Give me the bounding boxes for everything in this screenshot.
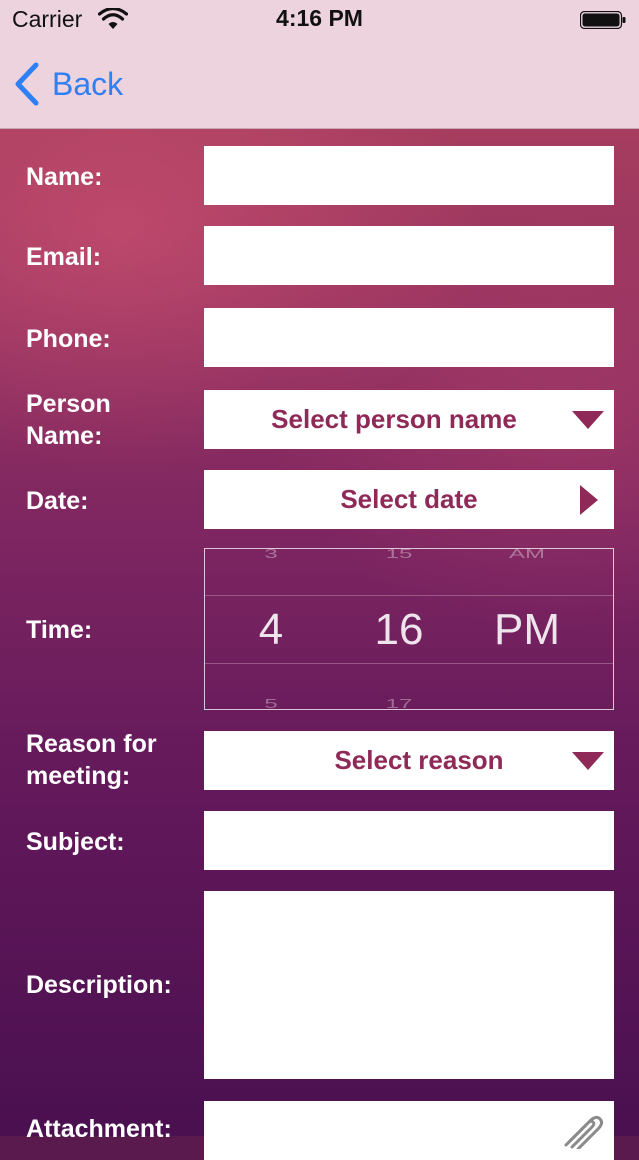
name-field[interactable] (204, 146, 614, 205)
date-picker-button[interactable]: Select date (204, 470, 614, 529)
subject-label: Subject: (26, 828, 125, 856)
phone-label: Phone: (26, 325, 111, 353)
hour-wheel[interactable]: 3 4 5 (231, 549, 311, 709)
date-label: Date: (26, 487, 89, 515)
subject-field[interactable] (204, 811, 614, 870)
hour-selected: 4 (258, 605, 284, 654)
name-input[interactable] (204, 146, 614, 205)
name-label: Name: (26, 163, 103, 191)
minute-below: 17 (385, 696, 413, 710)
description-field[interactable] (204, 891, 614, 1079)
person-name-dropdown[interactable]: Select person name (204, 390, 614, 449)
description-label: Description: (26, 971, 172, 999)
caret-down-icon (572, 751, 604, 770)
time-label: Time: (26, 616, 93, 644)
status-bar: Carrier 4:16 PM (0, 0, 639, 40)
hour-above: 3 (264, 548, 278, 562)
period-wheel[interactable]: AM PM (477, 549, 577, 709)
caret-right-icon (580, 484, 598, 515)
back-label: Back (52, 65, 124, 102)
navigation-bar: Carrier 4:16 PM Back (0, 0, 639, 129)
minute-above: 15 (385, 548, 413, 562)
status-time: 4:16 PM (276, 5, 363, 31)
email-field[interactable] (204, 226, 614, 285)
person-name-value: Select person name (271, 404, 517, 434)
paperclip-icon[interactable] (560, 1109, 604, 1149)
attachment-label: Attachment: (26, 1115, 172, 1143)
description-textarea[interactable] (204, 891, 614, 1079)
time-picker[interactable]: 3 4 5 15 16 17 AM PM (204, 548, 614, 710)
hour-below: 5 (264, 696, 278, 710)
minute-wheel[interactable]: 15 16 17 (355, 549, 443, 709)
email-label: Email: (26, 243, 102, 271)
period-selected: PM (494, 605, 560, 654)
chevron-left-icon (15, 62, 39, 106)
reason-dropdown[interactable]: Select reason (204, 731, 614, 790)
caret-down-icon (572, 410, 604, 429)
reason-label: Reason for meeting: (26, 730, 157, 790)
subject-input[interactable] (204, 811, 614, 870)
back-button[interactable]: Back (14, 60, 123, 108)
phone-input[interactable] (204, 308, 614, 367)
reason-value: Select reason (334, 745, 504, 775)
phone-field[interactable] (204, 308, 614, 367)
attachment-field[interactable] (204, 1101, 614, 1160)
email-input[interactable] (204, 226, 614, 285)
period-above: AM (509, 548, 545, 562)
person-name-label: Person Name: (26, 390, 111, 450)
date-value: Select date (340, 484, 478, 514)
minute-selected: 16 (374, 605, 424, 654)
battery-icon (580, 11, 626, 29)
